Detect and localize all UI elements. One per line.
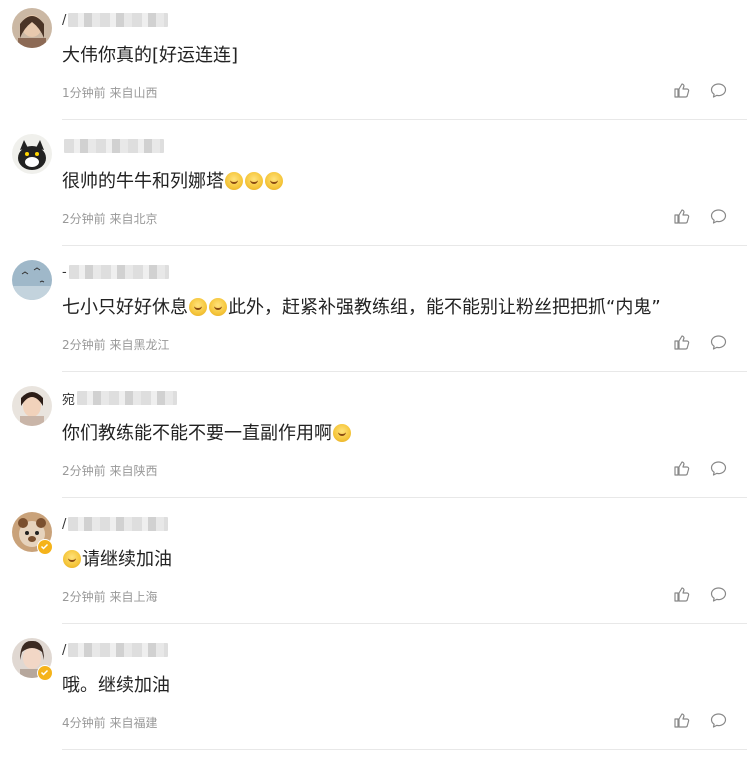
blurred-username bbox=[77, 391, 178, 405]
comment-meta: 4分钟前 来自福建 bbox=[62, 714, 157, 731]
comment-item: / 请继续加油 2分钟前 来自上海 bbox=[0, 506, 747, 632]
avatar[interactable] bbox=[12, 134, 52, 174]
comment-text: 七小只好好休息 此外，赶紧补强教练组，能不能别让粉丝把把抓“内鬼” bbox=[62, 297, 661, 318]
blurred-username bbox=[68, 13, 169, 27]
divider bbox=[62, 245, 747, 246]
comment-item: 很帅的牛牛和列娜塔 2分钟前 来自北京 bbox=[0, 128, 747, 254]
comment-time: 2分钟前 bbox=[62, 590, 106, 604]
thumbs-up-icon[interactable] bbox=[673, 586, 690, 603]
thumbs-up-icon[interactable] bbox=[673, 208, 690, 225]
comment-time: 4分钟前 bbox=[62, 716, 106, 730]
comment-meta: 2分钟前 来自北京 bbox=[62, 210, 157, 227]
comment-text: 请继续加油 bbox=[62, 548, 172, 572]
comment-location: 来自陕西 bbox=[109, 464, 158, 478]
divider bbox=[62, 497, 747, 498]
comment-text: 很帅的牛牛和列娜塔 bbox=[62, 170, 284, 194]
comment-time: 2分钟前 bbox=[62, 338, 106, 352]
comment-meta: 2分钟前 来自黑龙江 bbox=[62, 336, 169, 353]
comment-time: 2分钟前 bbox=[62, 464, 106, 478]
comment-meta: 1分钟前 来自山西 bbox=[62, 84, 157, 101]
emoji-icon bbox=[245, 172, 263, 190]
comment-item: / 大伟你真的[好运连连] 1分钟前 来自山西 bbox=[0, 2, 747, 128]
verified-badge-icon bbox=[37, 539, 53, 555]
avatar[interactable] bbox=[12, 386, 52, 426]
comment-location: 来自山西 bbox=[109, 86, 158, 100]
comment-item: - 七小只好好休息 此外，赶紧补强教练组，能不能别让粉丝把把抓“内鬼” 2分钟前 来自… bbox=[0, 254, 747, 380]
comment-location: 来自黑龙江 bbox=[109, 338, 170, 352]
emoji-icon bbox=[189, 298, 207, 316]
avatar[interactable] bbox=[12, 260, 52, 300]
blurred-username bbox=[68, 517, 169, 531]
blurred-username bbox=[64, 139, 164, 153]
blurred-username bbox=[68, 265, 169, 279]
divider bbox=[62, 623, 747, 624]
comment-meta: 2分钟前 来自陕西 bbox=[62, 462, 157, 479]
thumbs-up-icon[interactable] bbox=[673, 82, 690, 99]
comment-text: 哦。继续加油 bbox=[62, 675, 170, 696]
divider bbox=[62, 371, 747, 372]
comment-item: 宛你们教练能不能不要一直副作用啊 2分钟前 来自陕西 bbox=[0, 380, 747, 506]
comment-time: 1分钟前 bbox=[62, 86, 106, 100]
blurred-username bbox=[68, 643, 169, 657]
thumbs-up-icon[interactable] bbox=[673, 712, 690, 729]
emoji-icon bbox=[265, 172, 283, 190]
emoji-icon bbox=[209, 298, 227, 316]
avatar[interactable] bbox=[12, 8, 52, 48]
comment-bubble-icon[interactable] bbox=[710, 586, 727, 603]
comment-location: 来自福建 bbox=[109, 716, 158, 730]
comment-bubble-icon[interactable] bbox=[710, 460, 727, 477]
username[interactable]: 宛 bbox=[62, 390, 178, 408]
thumbs-up-icon[interactable] bbox=[673, 460, 690, 477]
emoji-icon bbox=[63, 550, 81, 568]
username[interactable]: / bbox=[62, 12, 169, 28]
thumbs-up-icon[interactable] bbox=[673, 334, 690, 351]
comment-text: 大伟你真的[好运连连] bbox=[62, 45, 239, 66]
comment-text: 你们教练能不能不要一直副作用啊 bbox=[62, 422, 352, 446]
comment-item: / 哦。继续加油 4分钟前 来自福建 bbox=[0, 632, 747, 758]
username[interactable]: - bbox=[62, 264, 169, 280]
comment-bubble-icon[interactable] bbox=[710, 334, 727, 351]
emoji-icon bbox=[333, 424, 351, 442]
comment-bubble-icon[interactable] bbox=[710, 82, 727, 99]
comment-meta: 2分钟前 来自上海 bbox=[62, 588, 157, 605]
emoji-icon bbox=[225, 172, 243, 190]
verified-badge-icon bbox=[37, 665, 53, 681]
comment-time: 2分钟前 bbox=[62, 212, 106, 226]
comment-bubble-icon[interactable] bbox=[710, 712, 727, 729]
comment-location: 来自北京 bbox=[109, 212, 158, 226]
divider bbox=[62, 119, 747, 120]
username[interactable]: / bbox=[62, 642, 169, 658]
comment-bubble-icon[interactable] bbox=[710, 208, 727, 225]
comment-location: 来自上海 bbox=[109, 590, 158, 604]
username[interactable] bbox=[62, 138, 164, 154]
username[interactable]: / bbox=[62, 516, 169, 532]
